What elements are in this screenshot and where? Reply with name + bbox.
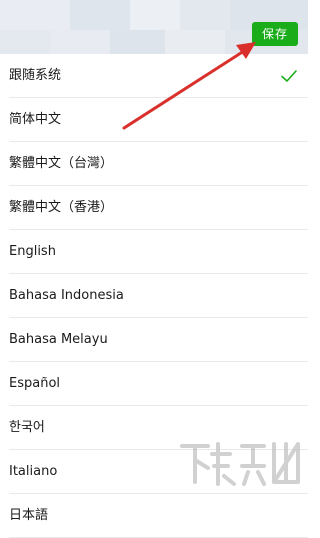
language-item-english[interactable]: English bbox=[0, 230, 308, 274]
language-item-bahasa-indonesia[interactable]: Bahasa Indonesia bbox=[0, 274, 308, 318]
check-icon bbox=[281, 70, 297, 82]
language-item-bahasa-melayu[interactable]: Bahasa Melayu bbox=[0, 318, 308, 362]
language-label: 日本語 bbox=[9, 508, 49, 523]
language-list: 跟随系统 简体中文 繁體中文（台灣） 繁體中文（香港） English Baha… bbox=[0, 54, 308, 538]
language-item-espanol[interactable]: Español bbox=[0, 362, 308, 406]
language-label: Italiano bbox=[9, 464, 58, 479]
language-label: English bbox=[9, 244, 56, 259]
language-item-japanese[interactable]: 日本語 bbox=[0, 494, 308, 538]
top-bar: 保存 bbox=[0, 0, 308, 62]
language-item-italiano[interactable]: Italiano bbox=[0, 450, 308, 494]
language-label: 한국어 bbox=[9, 420, 45, 435]
language-item-traditional-chinese-taiwan[interactable]: 繁體中文（台灣） bbox=[0, 142, 308, 186]
language-item-simplified-chinese[interactable]: 简体中文 bbox=[0, 98, 308, 142]
save-button[interactable]: 保存 bbox=[252, 22, 298, 46]
language-label: 繁體中文（香港） bbox=[9, 200, 114, 215]
language-label: Español bbox=[9, 376, 61, 391]
language-label: 繁體中文（台灣） bbox=[9, 156, 114, 171]
language-item-traditional-chinese-hongkong[interactable]: 繁體中文（香港） bbox=[0, 186, 308, 230]
language-label: Bahasa Melayu bbox=[9, 332, 108, 347]
language-item-korean[interactable]: 한국어 bbox=[0, 406, 308, 450]
language-label: 简体中文 bbox=[9, 112, 62, 127]
language-item-follow-system[interactable]: 跟随系统 bbox=[0, 54, 308, 98]
language-label: Bahasa Indonesia bbox=[9, 288, 124, 303]
language-label: 跟随系统 bbox=[9, 68, 62, 83]
